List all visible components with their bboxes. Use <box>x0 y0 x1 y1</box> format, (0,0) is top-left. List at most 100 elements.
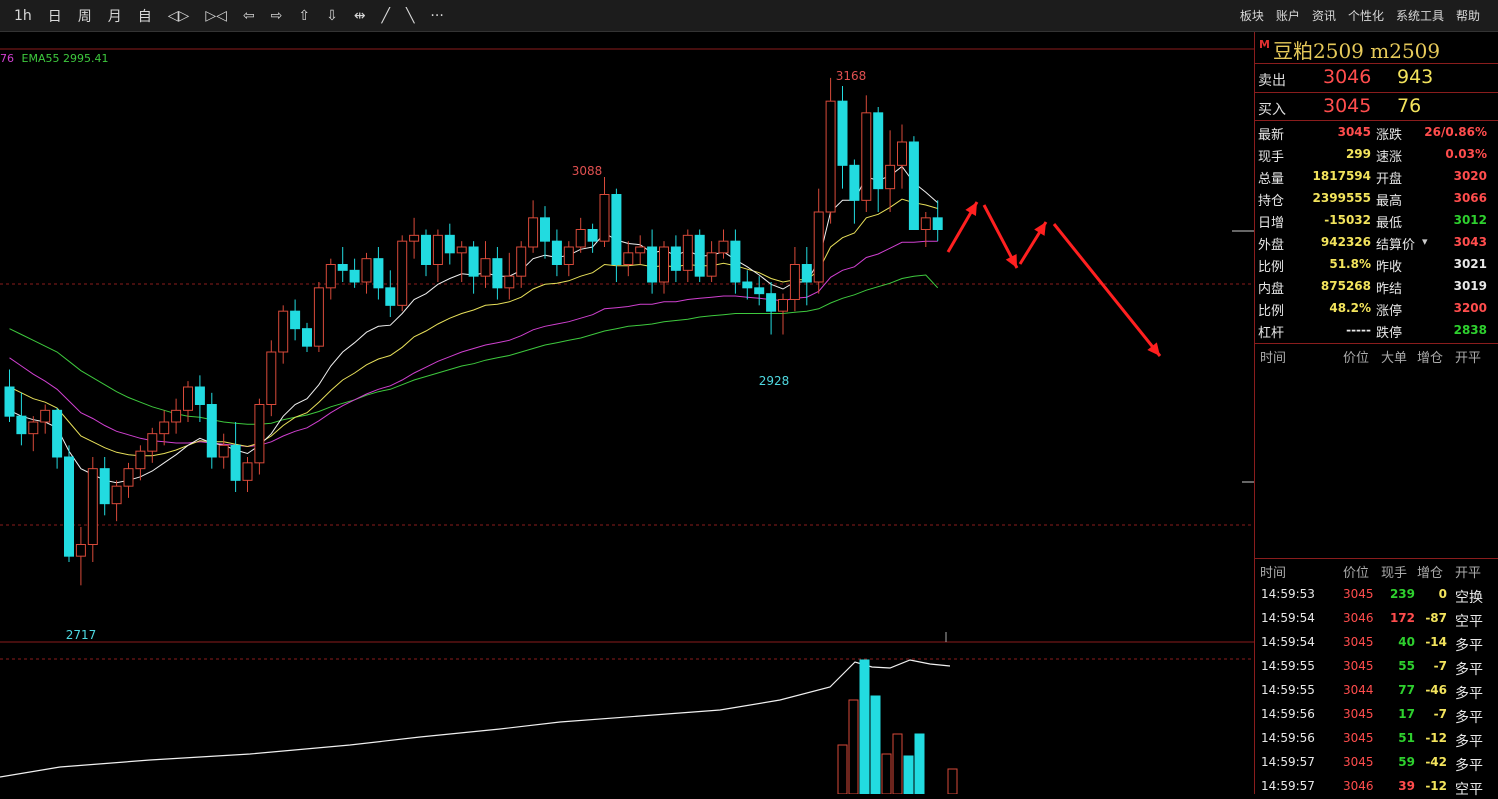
ask-row: 卖出 3046 943 <box>1255 63 1498 92</box>
candle-body <box>635 246 646 254</box>
tick-cell: 3045 <box>1343 635 1374 649</box>
toolbar-button-11[interactable]: ⇹ <box>346 8 374 24</box>
menu-item-4[interactable]: 系统工具 <box>1390 7 1450 24</box>
toolbar-button-2[interactable]: 周 <box>70 6 100 26</box>
tick-cell: 空平 <box>1455 782 1483 798</box>
candle-body <box>694 234 705 277</box>
kline-chart[interactable]: 3168 3088 2928 2717 <box>0 32 1254 795</box>
stat-item: 总量 1817594 <box>1258 165 1371 187</box>
stat-value: -15032 <box>1324 213 1371 227</box>
menu-item-5[interactable]: 帮助 <box>1450 7 1486 24</box>
stat-value: 3066 <box>1453 191 1487 205</box>
ask-volume: 943 <box>1397 66 1434 88</box>
ema-yellow-line <box>9 198 938 457</box>
ask-label: 卖出 <box>1258 73 1286 89</box>
toolbar-button-12[interactable]: ╱ <box>374 8 398 24</box>
contract-title-row[interactable]: M 豆粕2509 m2509 <box>1255 32 1498 63</box>
tick-cell: 14:59:54 <box>1261 611 1315 625</box>
column-header: 时间 <box>1260 566 1287 581</box>
candle-body <box>111 485 122 505</box>
candle-body <box>706 252 717 277</box>
stat-label: 杠杆 <box>1258 326 1285 341</box>
candle-body <box>28 421 39 435</box>
tick-cell: 14:59:54 <box>1261 635 1315 649</box>
toolbar-button-14[interactable]: ··· <box>422 8 451 24</box>
tick-cell: 多平 <box>1455 734 1483 750</box>
candle-body <box>64 456 74 557</box>
volume-bar <box>903 755 914 795</box>
stat-item: 现手 299 <box>1258 143 1371 165</box>
toolbar-button-4[interactable]: 自 <box>130 6 160 26</box>
stat-item: 比例 48.2% <box>1258 297 1371 319</box>
candle-body <box>504 275 515 289</box>
candle-body <box>313 287 324 347</box>
candle-body <box>528 217 539 248</box>
stat-value: 1817594 <box>1312 169 1371 183</box>
stat-item: 最新 3045 <box>1258 121 1371 143</box>
tick-cell: 239 <box>1389 587 1415 601</box>
candle-body <box>361 258 372 283</box>
toolbar-button-10[interactable]: ⇩ <box>318 8 346 24</box>
stat-label: 内盘 <box>1258 282 1285 297</box>
volume-bar <box>870 695 881 795</box>
tick-row: 14:59:56 3045 17 -7 多平 <box>1255 702 1498 726</box>
tick-cell: 3045 <box>1343 755 1374 769</box>
kline-svg[interactable]: 3168 3088 2928 2717 <box>0 32 1254 795</box>
candle-body <box>444 234 455 254</box>
candle-body <box>16 415 27 435</box>
candle-body <box>302 328 312 347</box>
candle-body <box>87 468 98 545</box>
candle-body <box>908 141 919 230</box>
toolbar-button-9[interactable]: ⇧ <box>290 8 318 24</box>
stat-item: 涨跌 26/0.86% <box>1376 121 1487 143</box>
menu-item-1[interactable]: 账户 <box>1270 7 1306 24</box>
settle-dropdown-icon[interactable]: ▾ <box>1422 235 1428 248</box>
stat-item: 外盘 942326 <box>1258 231 1371 253</box>
candle-body <box>99 468 110 505</box>
toolbar-button-0[interactable]: 1h <box>6 8 40 24</box>
candle-body <box>183 386 193 411</box>
tick-cell: -46 <box>1425 683 1447 697</box>
toolbar-button-5[interactable]: ◁▷ <box>160 8 198 24</box>
candle-body <box>135 450 146 470</box>
toolbar-button-3[interactable]: 月 <box>100 6 130 26</box>
candle-body <box>266 351 277 405</box>
toolbar-button-8[interactable]: ⇨ <box>263 8 291 24</box>
tick-cell: -14 <box>1425 635 1447 649</box>
volume-bar <box>892 733 903 795</box>
candle-body <box>837 100 848 166</box>
toolbar-button-6[interactable]: ▷◁ <box>197 8 235 24</box>
stat-value: 26/0.86% <box>1424 125 1487 139</box>
toolbar-button-7[interactable]: ⇦ <box>235 8 263 24</box>
menu-item-2[interactable]: 资讯 <box>1306 7 1342 24</box>
candle-body <box>754 287 765 295</box>
tick-cell: 多平 <box>1455 710 1483 726</box>
toolbar-button-13[interactable]: ╲ <box>398 8 422 24</box>
candle-body <box>670 246 681 271</box>
stat-label: 最新 <box>1258 128 1285 143</box>
stat-label: 跌停 <box>1376 326 1403 341</box>
toolbar-button-1[interactable]: 日 <box>40 6 70 26</box>
candle-body <box>75 544 86 557</box>
tick-cell: 14:59:56 <box>1261 731 1315 745</box>
candle-body <box>861 112 872 201</box>
stat-item: 结算价 ▾ 3043 <box>1376 231 1487 253</box>
stat-label: 涨停 <box>1376 304 1403 319</box>
stat-label: 外盘 <box>1258 238 1285 253</box>
ask-price: 3046 <box>1323 66 1372 88</box>
menu-item-0[interactable]: 板块 <box>1234 7 1270 24</box>
contract-mark-icon: M <box>1259 38 1270 51</box>
column-header: 价位 <box>1343 351 1370 366</box>
stat-item: 最低 3012 <box>1376 209 1487 231</box>
high-label: 3168 <box>836 69 867 83</box>
candle-body <box>218 444 229 458</box>
ema-legend: 76 EMA55 2995.41 <box>0 52 108 65</box>
stat-item: 涨停 3200 <box>1376 297 1487 319</box>
candle-body <box>147 433 158 452</box>
menu-item-3[interactable]: 个性化 <box>1342 7 1390 24</box>
stat-value: 2399555 <box>1312 191 1371 205</box>
candle-body <box>516 246 527 277</box>
volume-bar <box>881 753 892 795</box>
candle-body <box>456 246 467 254</box>
stat-value: 48.2% <box>1329 301 1371 315</box>
